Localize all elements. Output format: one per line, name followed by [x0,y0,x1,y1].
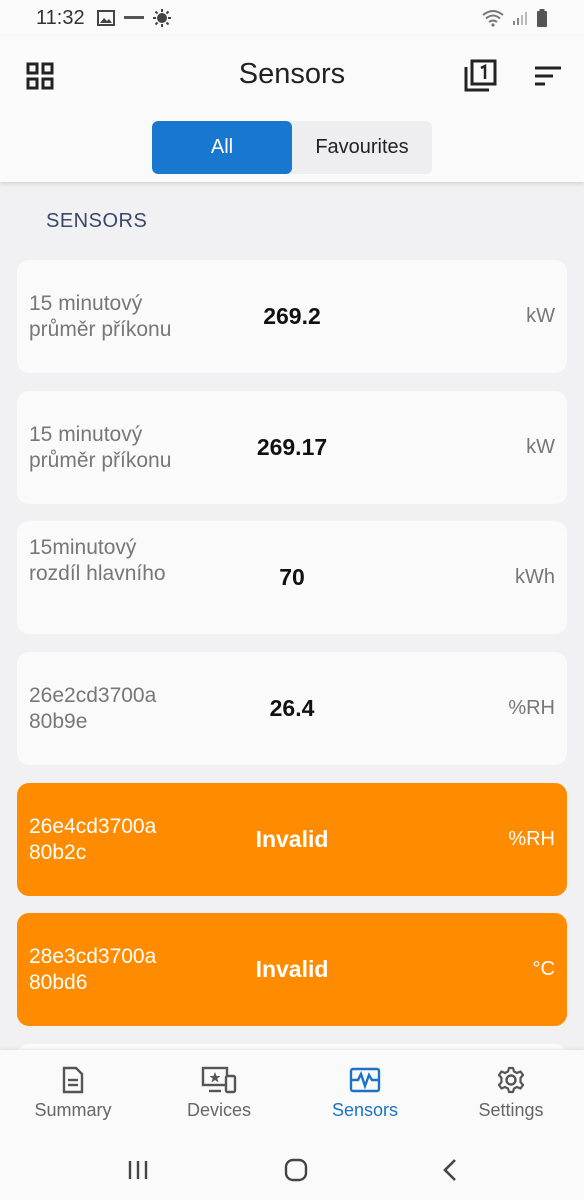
battery-icon [537,9,547,27]
sensor-list[interactable]: SENSORS 15 minutový průměr příkonu 269.2… [0,182,584,1050]
image-icon [96,10,115,26]
filter-tabs: All Favourites [152,121,432,174]
system-navigation-bar [0,1140,584,1200]
sort-button[interactable] [528,56,568,96]
wifi-icon [482,10,504,27]
nav-summary[interactable]: Summary [0,1050,146,1140]
bottom-navigation: Summary Devices Sensors Settings [0,1050,584,1140]
status-system-icons [482,9,548,27]
sensor-unit: kWh [515,566,555,588]
sensor-unit: °C [532,958,555,980]
nav-label: Sensors [331,1100,399,1120]
sensor-name: 26e4cd3700a 80b2c [29,814,157,864]
status-notification-icons [96,9,171,27]
sensor-card[interactable]: 26e2cd3700a 80b9e 26.4 %RH [17,652,567,765]
nav-label: Settings [478,1100,544,1120]
back-button[interactable] [442,1158,458,1182]
sort-icon [535,66,561,86]
nav-sensors[interactable]: Sensors [292,1050,438,1140]
sensor-card[interactable]: 15minutový rozdíl hlavního 70 kWh [17,521,567,634]
sensor-card-invalid[interactable]: 26e4cd3700a 80b2c Invalid %RH [17,783,567,896]
sensor-name: 15 minutový průměr příkonu [29,422,172,472]
status-bar: 11:32 [0,0,584,36]
sensor-name: 15 minutový průměr příkonu [29,291,172,341]
nav-label: Summary [34,1100,112,1120]
filter-1-icon [464,59,497,92]
status-time: 11:32 [36,6,85,29]
home-button[interactable] [283,1157,309,1183]
nav-devices[interactable]: Devices [146,1050,292,1140]
sensor-name: 28e3cd3700a 80bd6 [29,944,157,994]
nav-label: Devices [186,1100,252,1120]
devices-icon [201,1066,237,1094]
document-icon [62,1066,84,1094]
section-title: SENSORS [46,210,148,232]
brightness-icon [152,9,171,27]
sensor-name: 15minutový rozdíl hlavního [29,536,166,585]
tab-favourites[interactable]: Favourites [292,121,432,174]
sensor-card-invalid[interactable]: 28e3cd3700a 80bd6 Invalid °C [17,913,567,1026]
nav-settings[interactable]: Settings [438,1050,584,1140]
sensor-unit: %RH [508,828,555,850]
sensor-unit: %RH [508,697,555,719]
sensor-card[interactable]: 15 minutový průměr příkonu 269.17 kW [17,391,567,504]
gear-icon [497,1066,525,1094]
filter-one-button[interactable] [460,56,500,96]
sensor-name: 26e2cd3700a 80b9e [29,683,157,733]
signal-icon [513,12,527,25]
sensor-unit: kW [526,436,555,458]
voicemail-icon [123,16,144,19]
sensor-card[interactable]: 15 minutový průměr příkonu 269.2 kW [17,260,567,373]
sensor-unit: kW [526,305,555,327]
app-header: Sensors All Favourites [0,36,584,182]
tab-all[interactable]: All [152,121,292,174]
sensor-wave-icon [349,1067,381,1093]
recent-apps-button[interactable] [126,1159,150,1181]
